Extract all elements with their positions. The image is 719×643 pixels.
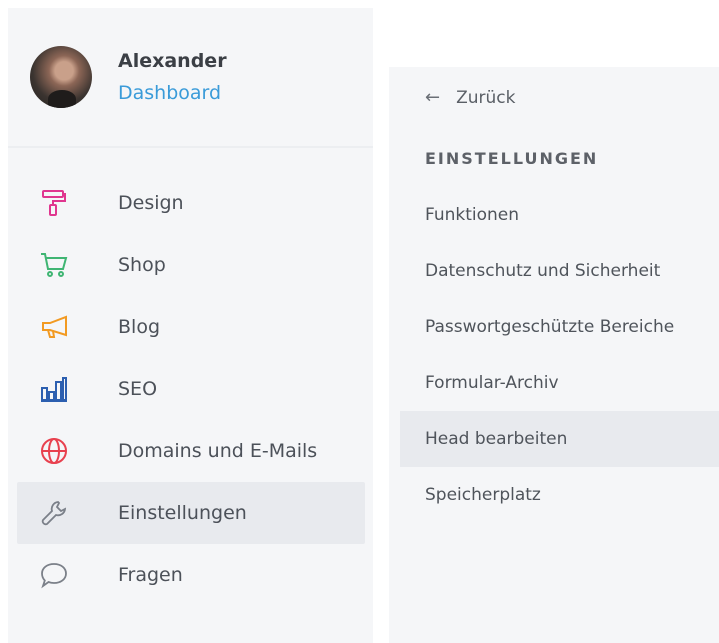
bar-chart-icon: [40, 375, 68, 403]
back-label: Zurück: [456, 87, 516, 108]
dashboard-link[interactable]: Dashboard: [118, 82, 221, 104]
speech-bubble-icon: [40, 561, 68, 589]
submenu-list: Funktionen Datenschutz und Sicherheit Pa…: [389, 187, 719, 523]
sidebar-item-label: Fragen: [118, 564, 183, 586]
paint-roller-icon: [40, 189, 68, 217]
submenu-item-datenschutz[interactable]: Datenschutz und Sicherheit: [389, 243, 719, 299]
sidebar-item-label: Einstellungen: [118, 502, 247, 524]
profile-section: Alexander Dashboard: [8, 8, 373, 148]
sidebar: Alexander Dashboard Design Shop Blog SEO…: [8, 8, 373, 643]
sidebar-item-fragen[interactable]: Fragen: [8, 544, 373, 606]
megaphone-icon: [40, 313, 68, 341]
avatar[interactable]: [30, 46, 92, 108]
sidebar-item-label: Shop: [118, 254, 166, 276]
sidebar-item-shop[interactable]: Shop: [8, 234, 373, 296]
sidebar-item-design[interactable]: Design: [8, 172, 373, 234]
sidebar-item-label: SEO: [118, 378, 158, 400]
sidebar-item-seo[interactable]: SEO: [8, 358, 373, 420]
shopping-cart-icon: [40, 251, 68, 279]
back-button[interactable]: ← Zurück: [425, 87, 515, 108]
submenu-item-speicherplatz[interactable]: Speicherplatz: [389, 467, 719, 523]
sidebar-item-label: Design: [118, 192, 184, 214]
sidebar-item-label: Blog: [118, 316, 160, 338]
submenu-item-passwortgeschuetzte-bereiche[interactable]: Passwortgeschützte Bereiche: [389, 299, 719, 355]
submenu-item-funktionen[interactable]: Funktionen: [389, 187, 719, 243]
sidebar-item-label: Domains und E-Mails: [118, 440, 318, 462]
globe-icon: [40, 437, 68, 465]
sidebar-item-domains[interactable]: Domains und E-Mails: [8, 420, 373, 482]
settings-submenu-panel: ← Zurück EINSTELLUNGEN Funktionen Datens…: [389, 67, 719, 643]
sidebar-item-einstellungen[interactable]: Einstellungen: [17, 482, 365, 544]
arrow-left-icon: ←: [425, 87, 441, 108]
profile-name: Alexander: [118, 50, 227, 72]
submenu-item-head-bearbeiten[interactable]: Head bearbeiten: [400, 411, 719, 467]
submenu-item-formular-archiv[interactable]: Formular-Archiv: [389, 355, 719, 411]
sidebar-item-blog[interactable]: Blog: [8, 296, 373, 358]
wrench-icon: [40, 499, 68, 527]
main-nav: Design Shop Blog SEO Domains und E-Mails…: [8, 172, 373, 606]
panel-heading: EINSTELLUNGEN: [425, 149, 599, 168]
